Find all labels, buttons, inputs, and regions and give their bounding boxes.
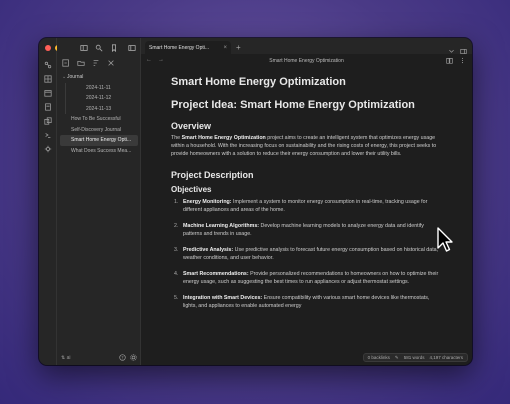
heading-objectives: Objectives <box>171 185 212 194</box>
template-icon[interactable] <box>43 102 53 112</box>
list-item[interactable]: 2024-11-12 <box>65 93 141 104</box>
list-item: 5. Integration with Smart Devices: Ensure… <box>174 295 430 309</box>
list-item[interactable]: Self-Discovery Journal <box>57 125 141 136</box>
new-folder-icon[interactable] <box>76 58 85 67</box>
forward-button[interactable]: → <box>158 57 164 63</box>
close-icon[interactable]: × <box>223 45 227 51</box>
pencil-icon[interactable]: ✎ <box>395 355 399 361</box>
vault-switcher[interactable]: ⇅ ai <box>61 355 71 361</box>
list-item[interactable]: 2024-11-13 <box>65 103 141 114</box>
character-count: 4,197 characters <box>429 355 463 360</box>
sidebar-toggle-icon[interactable] <box>79 43 88 52</box>
list-item[interactable]: 2024-11-11 <box>65 82 141 93</box>
tab-bar: Smart Home Energy Opti... × + <box>141 38 472 54</box>
overview-paragraph: The Smart Home Energy Optimization proje… <box>171 135 437 157</box>
new-tab-button[interactable]: + <box>236 43 241 52</box>
backlinks-count[interactable]: 0 backlinks <box>368 355 390 360</box>
heading-project-description: Project Description <box>171 170 254 180</box>
list-item[interactable]: What Does Success Mea... <box>57 146 141 157</box>
search-icon[interactable] <box>94 43 103 52</box>
editor-pane: Smart Home Energy Opti... × + ← → Smart … <box>141 38 472 365</box>
list-item: 3. Predictive Analysis: Use predictive an… <box>174 247 439 261</box>
svg-text:?: ? <box>121 355 123 360</box>
list-item[interactable]: How To Be Successful <box>57 114 141 125</box>
settings-share-icon[interactable] <box>43 144 53 154</box>
copy-icon[interactable] <box>43 116 53 126</box>
sidebar-footer: ⇅ ai ? <box>57 351 141 365</box>
status-bar: 0 backlinks ✎ 581 words 4,197 characters <box>362 353 468 362</box>
list-item-active[interactable]: Smart Home Energy Opti... <box>60 135 138 146</box>
note-content[interactable]: Smart Home Energy Optimization Project I… <box>171 76 439 358</box>
app-window: ⌄Journal 2024-11-11 2024-11-12 2024-11-1… <box>39 38 472 365</box>
view-title[interactable]: Smart Home Energy Optimization <box>269 58 343 64</box>
grid-icon[interactable] <box>43 74 53 84</box>
list-item: 2. Machine Learning Algorithms: Develop m… <box>174 223 424 237</box>
list-item: 1. Energy Monitoring: Implement a system … <box>174 199 428 213</box>
sort-icon[interactable] <box>91 58 100 67</box>
settings-icon[interactable] <box>130 353 137 363</box>
more-options-icon[interactable] <box>459 57 466 66</box>
heading-overview: Overview <box>171 121 212 131</box>
back-button[interactable]: ← <box>146 57 152 63</box>
terminal-icon[interactable] <box>43 130 53 140</box>
view-header: ← → Smart Home Energy Optimization <box>141 54 472 68</box>
bookmark-icon[interactable] <box>109 43 118 52</box>
reading-view-icon[interactable] <box>446 57 453 66</box>
note-title: Smart Home Energy Optimization <box>171 76 346 88</box>
close-window-button[interactable] <box>45 45 51 51</box>
graph-icon[interactable] <box>43 60 53 70</box>
new-note-icon[interactable] <box>61 58 70 67</box>
file-tree: ⌄Journal 2024-11-11 2024-11-12 2024-11-1… <box>57 72 141 156</box>
word-count: 581 words <box>403 355 425 360</box>
tab-current-note[interactable]: Smart Home Energy Opti... × <box>145 41 231 54</box>
mouse-cursor-icon <box>437 227 453 252</box>
toggle-left-panel-icon[interactable] <box>127 43 136 52</box>
folder-journal[interactable]: ⌄Journal <box>57 72 141 83</box>
help-icon[interactable]: ? <box>119 353 126 363</box>
calendar-icon[interactable] <box>43 88 53 98</box>
heading-project-idea: Project Idea: Smart Home Energy Optimiza… <box>171 99 415 111</box>
left-ribbon <box>39 38 71 365</box>
objectives-list: 1. Energy Monitoring: Implement a system … <box>171 198 439 310</box>
list-item: 4. Smart Recommendations: Provide persona… <box>174 271 439 285</box>
file-explorer: ⌄Journal 2024-11-11 2024-11-12 2024-11-1… <box>57 38 141 365</box>
collapse-icon[interactable] <box>106 58 115 67</box>
